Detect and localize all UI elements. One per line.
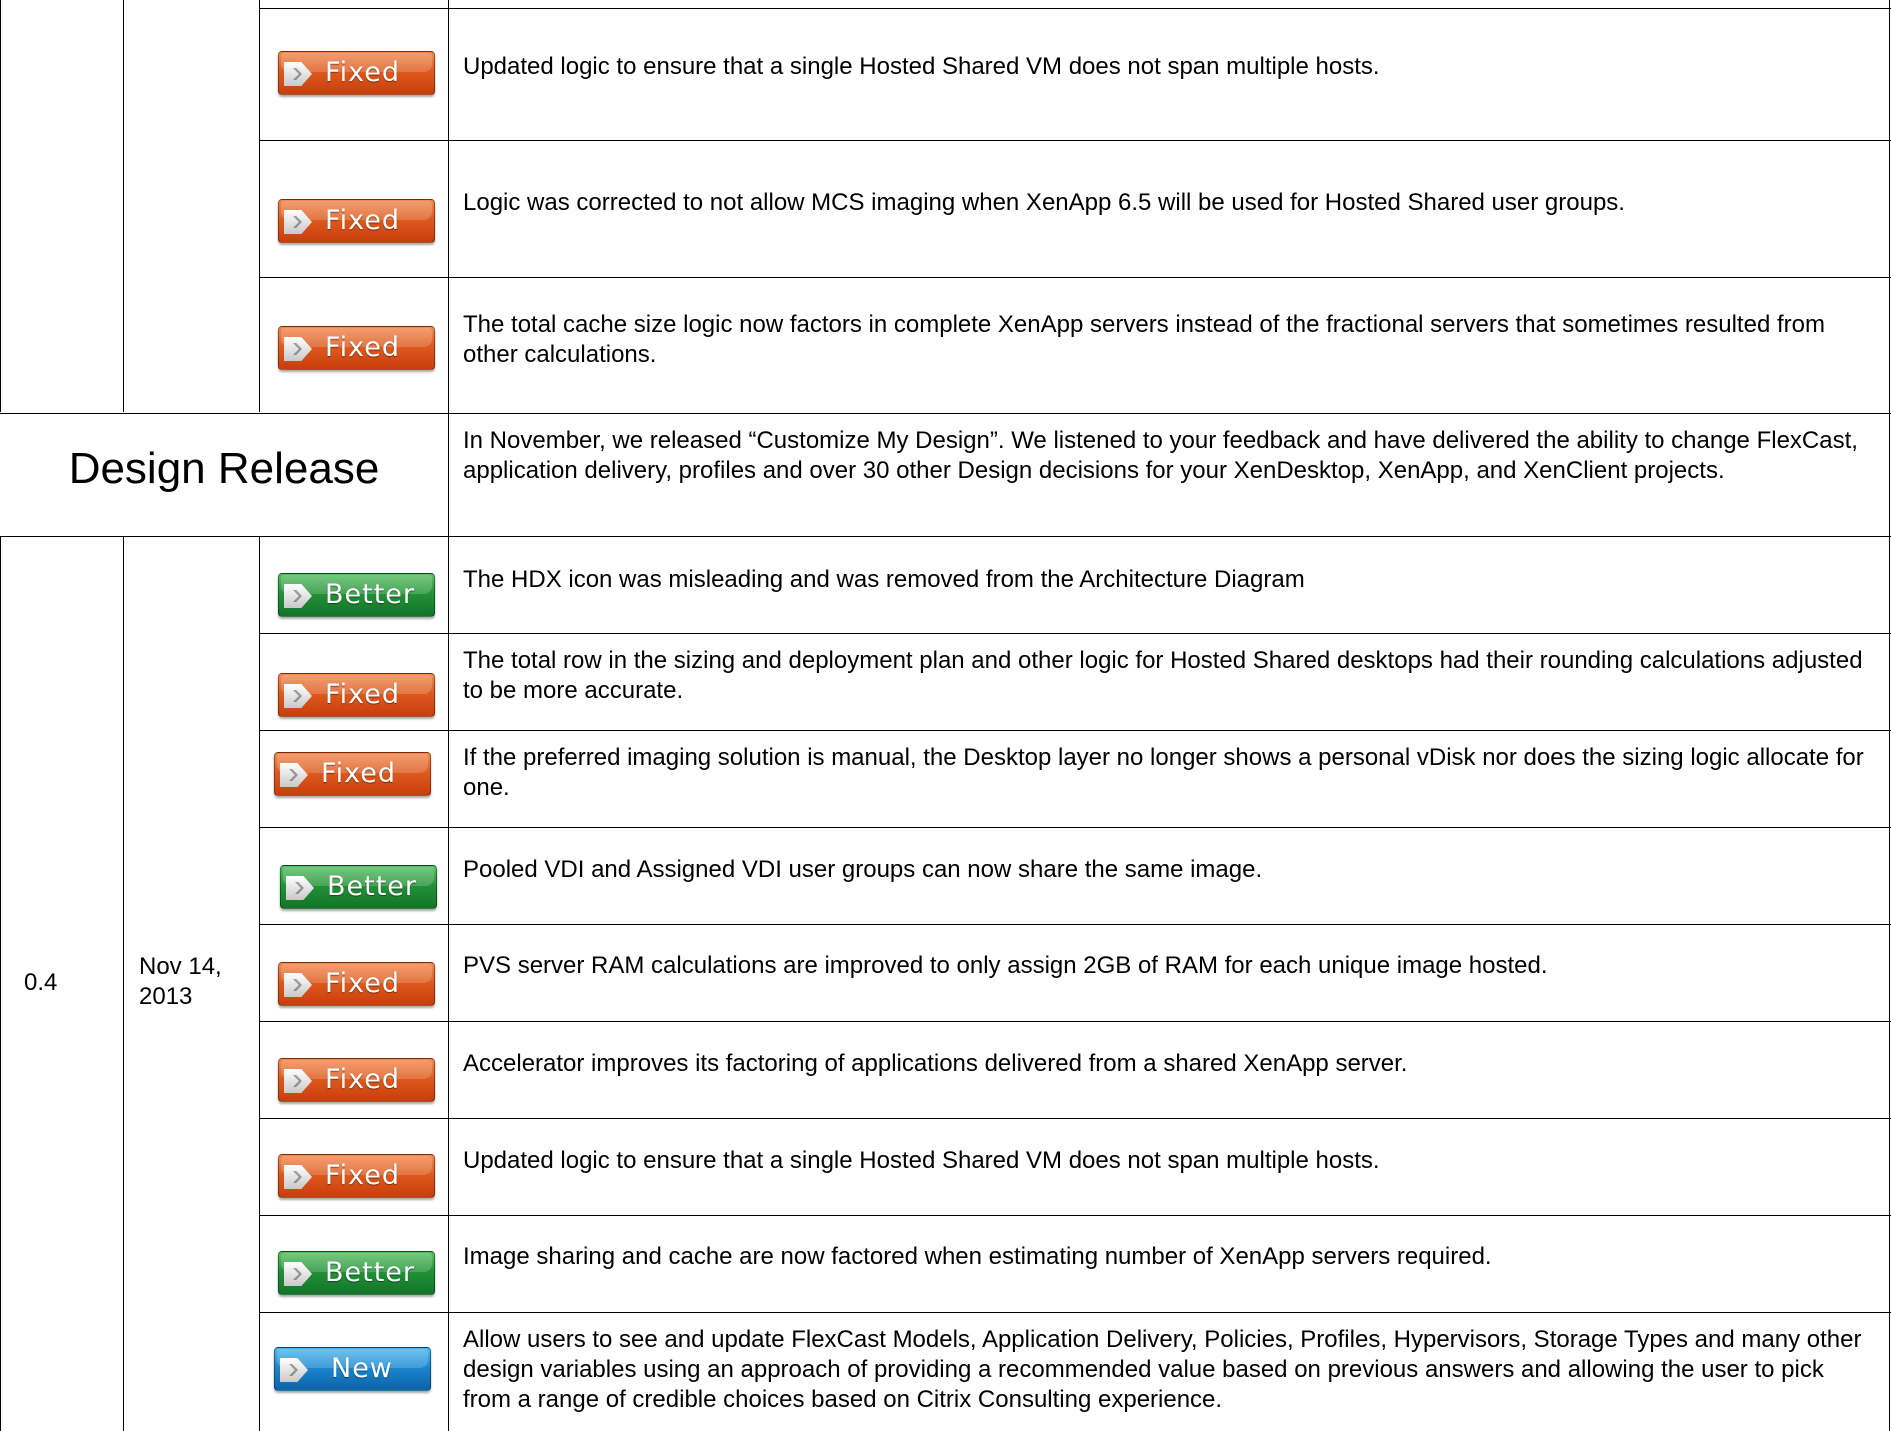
badge-label: Better bbox=[325, 579, 416, 610]
change-description: The total row in the sizing and deployme… bbox=[463, 647, 1863, 704]
fixed-badge: Fixed bbox=[278, 51, 435, 95]
change-description: PVS server RAM calculations are improved… bbox=[463, 952, 1548, 979]
change-description: Accelerator improves its factoring of ap… bbox=[463, 1050, 1408, 1077]
row-divider bbox=[259, 1215, 1891, 1216]
row-divider bbox=[259, 1021, 1891, 1022]
release-date-line: Nov 14, bbox=[139, 953, 222, 980]
badge-label: Fixed bbox=[325, 1064, 400, 1095]
change-description: Updated logic to ensure that a single Ho… bbox=[463, 53, 1380, 80]
badge-label: New bbox=[331, 1353, 393, 1384]
badge-label: Fixed bbox=[325, 205, 400, 236]
col-divider-3 bbox=[259, 0, 260, 412]
badge-label: Fixed bbox=[325, 57, 400, 88]
fixed-badge: Fixed bbox=[278, 1154, 435, 1198]
change-description: If the preferred imaging solution is man… bbox=[463, 744, 1864, 801]
col-divider-4 bbox=[448, 0, 449, 1431]
design-release-title: Design Release bbox=[68, 444, 380, 493]
row-divider bbox=[259, 924, 1891, 925]
row-divider bbox=[259, 633, 1891, 634]
table-border-top bbox=[259, 8, 1891, 9]
version-number: 0.4 bbox=[24, 969, 58, 996]
change-description: Allow users to see and update FlexCast M… bbox=[463, 1326, 1862, 1413]
badge-label: Fixed bbox=[325, 968, 400, 999]
badge-label: Fixed bbox=[325, 679, 400, 710]
change-description: Image sharing and cache are now factored… bbox=[463, 1243, 1492, 1270]
fixed-badge: Fixed bbox=[278, 962, 435, 1006]
fixed-badge: Fixed bbox=[278, 326, 435, 370]
col-divider-3 bbox=[259, 536, 260, 1431]
row-divider bbox=[259, 1312, 1891, 1313]
release-date: Nov 14, 2013 bbox=[139, 952, 222, 1012]
table-border-right bbox=[1889, 0, 1890, 1431]
row-divider bbox=[0, 536, 1891, 537]
release-date-line: 2013 bbox=[139, 983, 193, 1010]
fixed-badge: Fixed bbox=[278, 673, 435, 717]
better-badge: Better bbox=[280, 865, 437, 909]
badge-label: Fixed bbox=[321, 758, 396, 789]
change-description: The total cache size logic now factors i… bbox=[463, 311, 1825, 368]
change-description: Updated logic to ensure that a single Ho… bbox=[463, 1147, 1380, 1174]
new-badge: New bbox=[274, 1347, 431, 1391]
fixed-badge: Fixed bbox=[274, 752, 431, 796]
badge-label: Better bbox=[327, 871, 418, 902]
row-divider bbox=[259, 827, 1891, 828]
col-divider-2 bbox=[123, 0, 124, 412]
change-description: Pooled VDI and Assigned VDI user groups … bbox=[463, 856, 1263, 883]
col-divider-1 bbox=[0, 0, 1, 412]
badge-label: Fixed bbox=[325, 1160, 400, 1191]
better-badge: Better bbox=[278, 573, 435, 617]
change-description: The HDX icon was misleading and was remo… bbox=[463, 566, 1305, 593]
badge-label: Fixed bbox=[325, 332, 400, 363]
row-divider bbox=[259, 730, 1891, 731]
change-description: Logic was corrected to not allow MCS ima… bbox=[463, 189, 1625, 216]
col-divider-1 bbox=[0, 536, 1, 1431]
row-divider bbox=[259, 1118, 1891, 1119]
design-release-description: In November, we released “Customize My D… bbox=[463, 427, 1858, 484]
row-divider bbox=[259, 140, 1891, 141]
better-badge: Better bbox=[278, 1251, 435, 1295]
row-divider bbox=[259, 277, 1891, 278]
fixed-badge: Fixed bbox=[278, 199, 435, 243]
col-divider-2 bbox=[123, 536, 124, 1431]
row-divider bbox=[0, 413, 1891, 414]
badge-label: Better bbox=[325, 1257, 416, 1288]
fixed-badge: Fixed bbox=[278, 1058, 435, 1102]
